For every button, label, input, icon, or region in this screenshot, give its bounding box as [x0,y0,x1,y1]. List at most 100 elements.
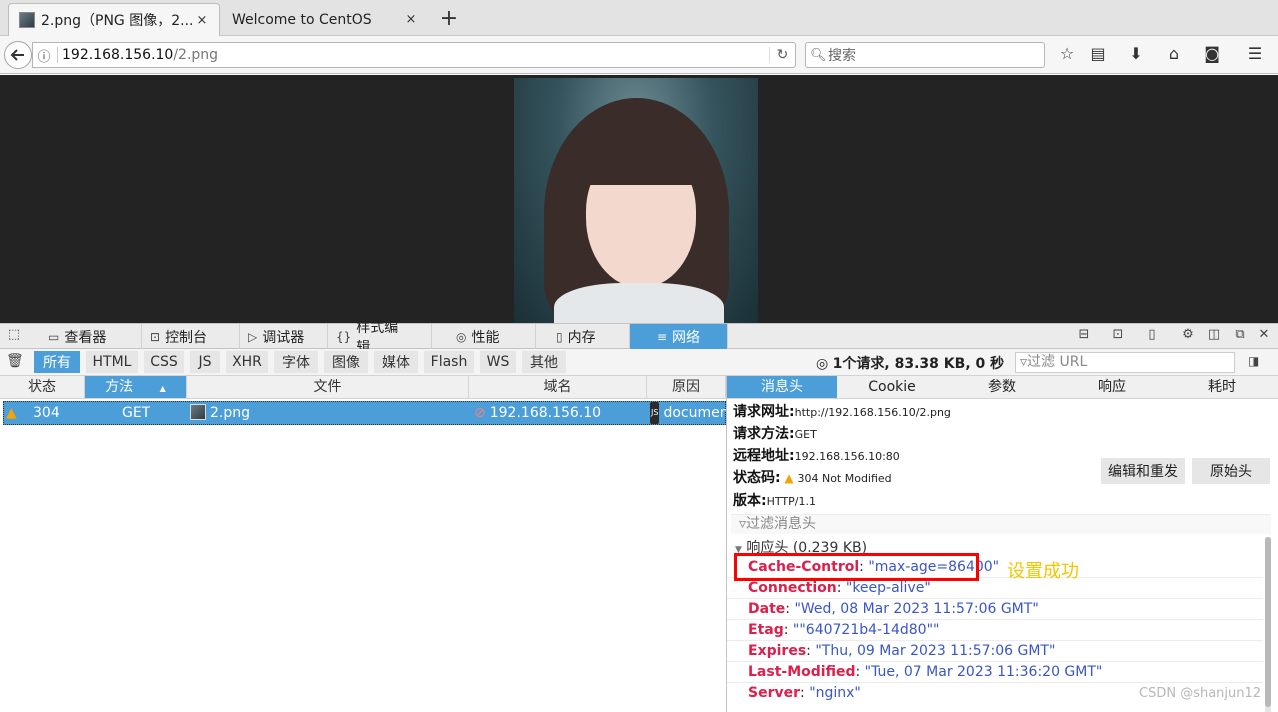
split-console-icon[interactable]: ⊡ [1108,327,1128,347]
domain-cell: ⊘ 192.168.156.10 [474,402,601,424]
tab-response[interactable]: 响应 [1057,376,1167,398]
tab-timings[interactable]: 耗时 [1167,376,1277,398]
success-annotation: 设置成功 [1007,561,1079,582]
devtools-tab-label: 控制台 [165,329,208,346]
style-editor-icon: {} [336,329,352,344]
filter-css[interactable]: CSS [144,351,184,373]
column-cause[interactable]: 原因 [647,376,726,398]
column-file[interactable]: 文件 [187,376,469,398]
filter-media[interactable]: 媒体 [374,351,418,373]
js-badge-icon: JS [650,402,660,424]
clear-trash-icon[interactable]: 🗑︎ [6,353,24,369]
toggle-panel-icon[interactable]: ◨ [1248,354,1259,368]
pick-element-icon[interactable]: ⬚ [4,327,24,347]
scrollbar[interactable] [1265,537,1271,712]
devtools-tab-memory[interactable]: ▯ 内存 [548,324,630,349]
url-filter-input[interactable]: ▿过滤 URL [1015,352,1235,373]
layout-split-icon[interactable]: ⊟ [1074,327,1094,347]
close-tab-icon[interactable]: × [195,13,209,28]
header-name: Expires [748,643,807,659]
remote-address-field: 远程地址:192.168.156.10:80 [733,445,900,465]
search-input[interactable]: 🔍︎ 搜索 [805,42,1045,68]
new-tab-button[interactable]: + [438,6,460,31]
filter-html[interactable]: HTML [86,351,138,373]
raw-headers-button[interactable]: 原始头 [1192,458,1270,484]
devtools-tab-style-editor[interactable]: {} 样式编辑... [328,320,432,356]
filter-xhr[interactable]: XHR [226,351,268,373]
filter-js[interactable]: JS [190,351,220,373]
header-row[interactable]: Connection: "keep-alive" [727,578,1263,599]
header-name: Date [748,601,786,617]
table-row[interactable]: ▲ 304 GET 2.png ⊘ 192.168.156.10 JS docume… [3,401,727,425]
devtools-tab-label: 性能 [471,329,500,346]
download-icon[interactable]: ⬇ [1124,44,1148,66]
header-value: "nginx" [809,685,861,701]
header-row[interactable]: Date: "Wed, 08 Mar 2023 11:57:06 GMT" [727,599,1263,620]
close-tab-icon[interactable]: × [404,12,418,27]
devtools-tab-network[interactable]: ≡ 网络 [630,324,728,349]
devtools-tab-console[interactable]: ⊡ 控制台 [142,324,240,349]
tab-cookies[interactable]: Cookie [837,376,947,398]
site-info-icon[interactable]: ⓘ [33,46,55,65]
home-icon[interactable]: ⌂ [1162,44,1186,66]
responsive-mode-icon[interactable]: ▯ [1142,327,1162,347]
devtools-tab-debugger[interactable]: ▷ 调试器 [240,324,328,349]
devtools-tab-label: 网络 [672,329,701,346]
header-row[interactable]: Etag: ""640721b4-14d80"" [727,620,1263,641]
scrollbar-thumb[interactable] [1265,537,1271,707]
file-name: 2.png [210,405,251,421]
file-cell: 2.png [190,402,250,424]
header-value: "Thu, 09 Mar 2023 11:57:06 GMT" [815,643,1056,659]
filter-images[interactable]: 图像 [324,351,368,373]
header-value: "Tue, 07 Mar 2023 11:36:20 GMT" [864,664,1103,680]
field-key: 状态码: [733,470,781,486]
column-status[interactable]: 状态 [0,376,85,398]
url-text[interactable]: 192.168.156.10/2.png [62,47,769,63]
tab-headers[interactable]: 消息头 [727,376,837,398]
devtools-tab-inspector[interactable]: ▭ 查看器 [40,324,142,349]
url-path: /2.png [173,47,219,63]
version-field: 版本:HTTP/1.1 [733,490,816,510]
dock-side-icon[interactable]: ◫ [1204,327,1224,347]
displayed-photo[interactable] [514,78,758,323]
settings-gear-icon[interactable]: ⚙ [1178,327,1198,347]
header-row[interactable]: Expires: "Thu, 09 Mar 2023 11:57:06 GMT" [727,641,1263,662]
header-row[interactable]: Last-Modified: "Tue, 07 Mar 2023 11:36:2… [727,662,1263,683]
back-button[interactable] [4,41,32,69]
performance-icon[interactable]: ◎ [816,356,828,372]
search-icon: 🔍︎ [810,47,827,63]
filter-flash[interactable]: Flash [424,351,474,373]
close-devtools-icon[interactable]: ✕ [1254,327,1274,347]
reading-list-icon[interactable]: ▤ [1086,44,1110,66]
filter-all[interactable]: 所有 [34,351,80,373]
browser-tab-image[interactable]: 2.png（PNG 图像，2... × [8,3,220,36]
warning-icon: ▲ [780,471,798,485]
field-key: 请求方法: [733,426,795,442]
header-filter-input[interactable]: ▿过滤消息头 [731,514,1271,534]
console-icon: ⊡ [150,329,161,344]
performance-icon: ◎ [456,329,467,344]
filter-ws[interactable]: WS [480,351,516,373]
bookmark-star-icon[interactable]: ☆ [1055,44,1079,66]
devtools-tab-performance[interactable]: ◎ 性能 [448,324,536,349]
url-filter-placeholder: 过滤 URL [1027,354,1088,370]
transfer-size: 83.38 KB [894,356,966,372]
filter-other[interactable]: 其他 [522,351,566,373]
network-filter-bar: 🗑︎ 所有 HTML CSS JS XHR 字体 图像 媒体 Flash WS … [0,349,1278,376]
browser-tab-centos[interactable]: Welcome to CentOS × [222,3,428,36]
reload-icon[interactable]: ↻ [769,47,795,63]
url-bar[interactable]: ⓘ 192.168.156.10/2.png ↻ [32,42,796,68]
filter-fonts[interactable]: 字体 [274,351,318,373]
divider [57,47,58,63]
column-method[interactable]: 方法 ▲ [85,376,187,398]
watermark: CSDN @shanjun12 [1139,686,1262,701]
menu-icon[interactable]: ☰ [1243,44,1267,66]
requests-table-header: 状态 方法 ▲ 文件 域名 原因 [0,376,726,399]
edit-resend-button[interactable]: 编辑和重发 [1101,458,1185,484]
column-domain[interactable]: 域名 [469,376,647,398]
separate-window-icon[interactable]: ⧉ [1230,327,1250,347]
pocket-icon[interactable]: ◙ [1200,44,1224,66]
devtools-tab-label: 内存 [567,329,596,346]
tab-params[interactable]: 参数 [947,376,1057,398]
field-key: 请求网址: [733,404,795,420]
